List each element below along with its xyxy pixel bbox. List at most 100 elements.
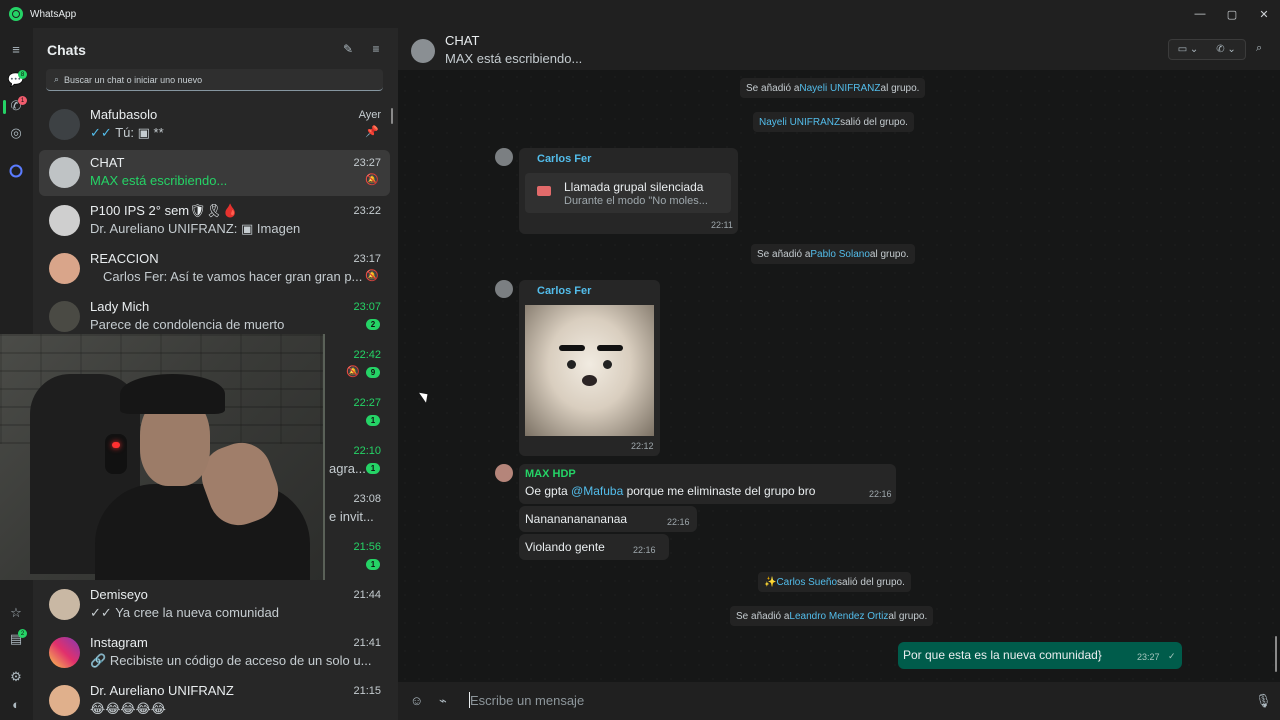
chat-time: Ayer bbox=[358, 109, 381, 121]
chat-preview: Dr. Aureliano UNIFRANZ: ▣ Imagen bbox=[90, 221, 300, 237]
conversation-title[interactable]: CHAT bbox=[445, 33, 479, 48]
sender-name[interactable]: Carlos Fer bbox=[537, 153, 591, 165]
streamer-body bbox=[95, 484, 310, 580]
chat-name-text: P100 IPS 2° sem bbox=[90, 203, 190, 218]
read-ticks-icon: ✓✓ bbox=[90, 125, 112, 140]
unread-badge: 2 bbox=[366, 319, 380, 330]
chat-name: REACCION bbox=[90, 251, 159, 266]
message-text: Nananananananaa bbox=[525, 512, 628, 526]
muted-icon: 🔕 bbox=[365, 174, 379, 186]
dog-photo[interactable] bbox=[525, 305, 654, 436]
system-name[interactable]: Pablo Solano bbox=[810, 249, 870, 260]
chat-list-item[interactable]: Instagram 21:41 🔗 Recibiste un código de… bbox=[39, 630, 390, 676]
video-camera-icon bbox=[537, 186, 551, 196]
typing-status: MAX está escribiendo... bbox=[445, 51, 583, 66]
image-icon: ▣ bbox=[241, 221, 254, 236]
preview-text: Recibiste un código de acceso de un solo… bbox=[109, 653, 372, 668]
muted-icon: 🔕 bbox=[365, 270, 379, 282]
rail-selection-indicator bbox=[3, 100, 6, 114]
menu-icon[interactable]: ≡ bbox=[7, 40, 25, 58]
system-text: salió del grupo. bbox=[837, 576, 905, 588]
system-text: salió del grupo. bbox=[840, 116, 908, 128]
window-controls: — ▢ ✕ bbox=[1184, 0, 1280, 28]
image-icon: ▣ bbox=[137, 125, 150, 140]
preview-suffix: Imagen bbox=[256, 221, 301, 236]
preview-text: Dr. Aureliano UNIFRANZ: bbox=[90, 221, 238, 236]
preview-text: ** bbox=[153, 125, 164, 140]
video-call-icon[interactable]: ▭ ⌄ bbox=[1169, 40, 1207, 59]
chat-list-item[interactable]: REACCION 23:17 Carlos Fer: Así te vamos … bbox=[39, 246, 390, 292]
starred-icon[interactable]: ☆ bbox=[7, 604, 25, 622]
chat-list-scrollbar[interactable] bbox=[391, 108, 393, 124]
new-chat-icon[interactable]: ✎ bbox=[341, 42, 355, 56]
system-name[interactable]: Nayeli UNIFRANZ bbox=[759, 117, 840, 128]
message-bubble[interactable]: Carlos Fer Llamada grupal silenciada Dur… bbox=[519, 148, 738, 234]
meta-ai-icon[interactable] bbox=[7, 162, 25, 180]
streamer-cap bbox=[120, 374, 225, 414]
message-text: Oe gpta @Mafuba porque me eliminaste del… bbox=[525, 484, 815, 498]
attach-icon[interactable]: ⌁ bbox=[439, 693, 447, 709]
sender-avatar[interactable] bbox=[495, 148, 513, 166]
call-buttons: ▭ ⌄ ✆ ⌄ bbox=[1168, 39, 1246, 60]
emoji-icon[interactable]: ☺ bbox=[410, 693, 423, 708]
sender-name[interactable]: Carlos Fer bbox=[537, 285, 591, 297]
system-name[interactable]: ✨Carlos Sueño bbox=[764, 577, 837, 588]
filter-icon[interactable]: ≡ bbox=[369, 42, 383, 56]
system-name[interactable]: Leandro Mendez Ortiz bbox=[789, 611, 888, 622]
system-text: al grupo. bbox=[888, 610, 928, 622]
chat-time: 21:44 bbox=[353, 589, 381, 601]
maximize-button[interactable]: ▢ bbox=[1216, 0, 1248, 28]
chat-list-item[interactable]: P100 IPS 2° sem🛡🎗🩸 23:22 Dr. Aureliano U… bbox=[39, 198, 390, 244]
dog-brow bbox=[559, 345, 585, 351]
chat-list-item[interactable]: Dr. Aureliano UNIFRANZ 21:15 😂😂😂😂😂 bbox=[39, 678, 390, 720]
chat-preview: ✓✓ Tú: ▣ ** bbox=[90, 125, 164, 141]
message-time: 22:16 bbox=[667, 517, 690, 527]
message-text-part: Oe gpta bbox=[525, 484, 572, 498]
chat-list-item[interactable]: Mafubasolo Ayer ✓✓ Tú: ▣ ** 📌 bbox=[39, 102, 390, 148]
chat-preview: Parece de condolencia de muerto bbox=[90, 317, 285, 332]
dog-brow bbox=[597, 345, 623, 351]
message-bubble[interactable]: Nananananananaa 22:16 bbox=[519, 506, 697, 532]
conversation-scrollbar[interactable] bbox=[1275, 636, 1277, 672]
sender-avatar[interactable] bbox=[495, 464, 513, 482]
sender-avatar[interactable] bbox=[495, 280, 513, 298]
search-icon[interactable]: ⌕ bbox=[1256, 42, 1262, 55]
chat-time: 23:07 bbox=[353, 301, 381, 313]
message-composer: ☺ ⌁ Escribe un mensaje 🎙 bbox=[398, 682, 1280, 720]
microphone-icon[interactable]: 🎙 bbox=[1255, 693, 1272, 709]
profile-avatar-icon[interactable]: ◐ bbox=[7, 695, 25, 713]
voice-call-icon[interactable]: ✆ ⌄ bbox=[1207, 40, 1245, 59]
search-input[interactable]: ⌕ Buscar un chat o iniciar uno nuevo bbox=[46, 69, 383, 91]
search-icon: ⌕ bbox=[54, 74, 60, 84]
message-time: 22:12 bbox=[631, 441, 654, 451]
sender-name[interactable]: MAX HDP bbox=[525, 468, 576, 480]
close-button[interactable]: ✕ bbox=[1248, 0, 1280, 28]
settings-icon[interactable]: ⚙ bbox=[7, 668, 25, 686]
chat-list-item-selected[interactable]: CHAT 23:27 MAX está escribiendo... 🔕 bbox=[39, 150, 390, 196]
call-title: Llamada grupal silenciada bbox=[564, 180, 704, 194]
app-title: WhatsApp bbox=[30, 8, 77, 20]
title-bar: WhatsApp — ▢ ✕ bbox=[0, 0, 1280, 28]
shield-emoji-icon: 🛡🎗🩸 bbox=[189, 203, 239, 218]
chat-list-item[interactable]: Demiseyo 21:44 ✓✓ Ya cree la nueva comun… bbox=[39, 582, 390, 628]
message-input[interactable]: Escribe un mensaje bbox=[470, 693, 584, 708]
conversation-panel: CHAT MAX está escribiendo... ▭ ⌄ ✆ ⌄ ⌕ S… bbox=[398, 28, 1280, 720]
system-name[interactable]: Nayeli UNIFRANZ bbox=[799, 83, 880, 94]
chat-name: Lady Mich bbox=[90, 299, 150, 314]
calls-badge: 1 bbox=[18, 96, 27, 105]
link-icon: 🔗 bbox=[90, 653, 107, 668]
message-bubble[interactable]: MAX HDP Oe gpta @Mafuba porque me elimin… bbox=[519, 464, 896, 504]
preview-prefix: Tú: bbox=[115, 125, 134, 140]
call-card[interactable]: Llamada grupal silenciada Durante el mod… bbox=[525, 173, 731, 213]
chat-avatar bbox=[49, 589, 80, 620]
outgoing-message-bubble[interactable]: Por que esta es la nueva comunidad} 23:2… bbox=[898, 642, 1182, 669]
message-bubble[interactable]: Violando gente 22:16 bbox=[519, 534, 669, 560]
chat-avatar[interactable] bbox=[411, 39, 435, 63]
search-placeholder: Buscar un chat o iniciar uno nuevo bbox=[64, 74, 203, 85]
unread-badge: 1 bbox=[366, 559, 380, 570]
mention-link[interactable]: @Mafuba bbox=[571, 484, 623, 498]
chat-name: P100 IPS 2° sem🛡🎗🩸 bbox=[90, 203, 238, 219]
status-icon[interactable]: ◎ bbox=[7, 124, 25, 142]
system-message: Se añadió a Nayeli UNIFRANZ al grupo. bbox=[740, 78, 926, 98]
minimize-button[interactable]: — bbox=[1184, 0, 1216, 28]
